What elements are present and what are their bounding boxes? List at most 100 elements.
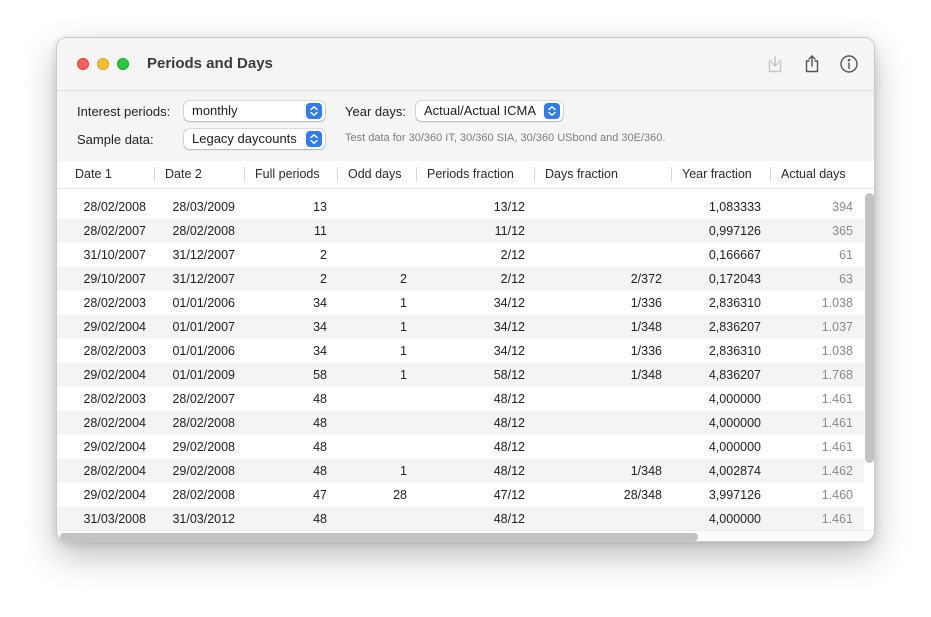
cell-date2: 28/02/2007	[172, 392, 235, 406]
cell-year-fraction: 2,836310	[708, 296, 761, 310]
cell-full-periods: 34	[313, 296, 327, 310]
cell-periods-fraction: 34/12	[493, 296, 525, 310]
table-row[interactable]: 29/10/2007 31/12/2007 2 2 2/12 2/372 0,172043 6…	[57, 267, 864, 291]
table-row[interactable]: 28/02/2003 28/02/2007 48 48/12 4,000000 1.461	[57, 387, 864, 411]
column-divider[interactable]	[770, 167, 771, 182]
sample-data-popup[interactable]: Legacy daycounts	[184, 129, 325, 149]
column-header-year-fraction[interactable]: Year fraction	[682, 161, 752, 188]
year-days-value: Actual/Actual ICMA	[424, 103, 536, 118]
cell-year-fraction: 4,000000	[708, 440, 761, 454]
cell-date2: 31/12/2007	[172, 248, 235, 262]
cell-date1: 29/02/2004	[83, 368, 146, 382]
column-header-actual-days[interactable]: Actual days	[781, 161, 846, 188]
cell-date1: 28/02/2004	[83, 416, 146, 430]
column-header-odd-days[interactable]: Odd days	[348, 161, 402, 188]
cell-year-fraction: 0,166667	[708, 248, 761, 262]
cell-odd-days	[327, 219, 407, 243]
table-row[interactable]: 28/02/2003 01/01/2006 34 1 34/12 1/336 2,83631…	[57, 291, 864, 315]
cell-full-periods: 58	[313, 368, 327, 382]
cell-odd-days	[327, 435, 407, 459]
cell-full-periods: 48	[313, 440, 327, 454]
table-row[interactable]: 29/02/2004 28/02/2008 47 28 47/12 28/348 3,997…	[57, 483, 864, 507]
cell-actual-days: 1.768	[821, 368, 853, 382]
cell-periods-fraction: 58/12	[493, 368, 525, 382]
cell-actual-days: 1.461	[821, 392, 853, 406]
cell-date2: 29/02/2008	[172, 440, 235, 454]
column-divider[interactable]	[534, 167, 535, 182]
cell-periods-fraction: 34/12	[493, 320, 525, 334]
interest-periods-popup[interactable]: monthly	[184, 101, 325, 121]
cell-odd-days	[327, 507, 407, 531]
app-window: Periods and Days Interest periods: month…	[56, 37, 875, 542]
cell-periods-fraction: 34/12	[493, 344, 525, 358]
table-row[interactable]: 29/02/2004 01/01/2007 34 1 34/12 1/348 2,83620…	[57, 315, 864, 339]
cell-full-periods: 34	[313, 344, 327, 358]
cell-days-fraction: 1/336	[630, 344, 662, 358]
cell-days-fraction	[525, 411, 662, 435]
title-bar: Periods and Days	[57, 38, 874, 91]
close-button[interactable]	[77, 58, 89, 70]
cell-date2: 28/02/2008	[172, 416, 235, 430]
chevron-updown-icon	[306, 103, 322, 119]
cell-date1: 29/02/2004	[83, 320, 146, 334]
column-divider[interactable]	[337, 167, 338, 182]
horizontal-scrollbar[interactable]	[60, 533, 698, 541]
cell-year-fraction: 2,836207	[708, 320, 761, 334]
year-days-popup[interactable]: Actual/Actual ICMA	[416, 101, 563, 121]
vertical-scrollbar[interactable]	[865, 193, 874, 463]
table-row[interactable]: 28/02/2007 28/02/2008 11 11/12 0,997126 365	[57, 219, 864, 243]
cell-date1: 31/10/2007	[83, 248, 146, 262]
cell-odd-days: 2	[400, 272, 407, 286]
table-row[interactable]: 31/03/2008 31/03/2012 48 48/12 4,000000 1.461	[57, 507, 864, 531]
column-divider[interactable]	[671, 167, 672, 182]
cell-year-fraction: 4,000000	[708, 392, 761, 406]
minimize-button[interactable]	[97, 58, 109, 70]
cell-odd-days	[327, 243, 407, 267]
table-row[interactable]: 28/02/2008 28/03/2009 13 13/12 1,083333 394	[57, 195, 864, 219]
cell-actual-days: 1.038	[821, 344, 853, 358]
info-icon[interactable]	[838, 53, 860, 75]
cell-date1: 28/02/2004	[83, 464, 146, 478]
cell-year-fraction: 4,836207	[708, 368, 761, 382]
column-divider[interactable]	[416, 167, 417, 182]
window-title: Periods and Days	[147, 55, 273, 72]
cell-actual-days: 1.037	[821, 320, 853, 334]
column-header-days-fraction[interactable]: Days fraction	[545, 161, 618, 188]
table-row[interactable]: 28/02/2004 29/02/2008 48 1 48/12 1/348 4,00287…	[57, 459, 864, 483]
table-row[interactable]: 29/02/2004 29/02/2008 48 48/12 4,000000 1.461	[57, 435, 864, 459]
cell-date2: 28/02/2008	[172, 224, 235, 238]
table-row[interactable]: 31/10/2007 31/12/2007 2 2/12 0,166667 61	[57, 243, 864, 267]
cell-full-periods: 48	[313, 512, 327, 526]
cell-actual-days: 1.460	[821, 488, 853, 502]
cell-date2: 01/01/2006	[172, 296, 235, 310]
share-icon[interactable]	[801, 53, 823, 75]
cell-date1: 28/02/2007	[83, 224, 146, 238]
cell-periods-fraction: 2/12	[500, 248, 525, 262]
column-header-periods-fraction[interactable]: Periods fraction	[427, 161, 514, 188]
cell-actual-days: 1.462	[821, 464, 853, 478]
table-row[interactable]: 29/02/2004 01/01/2009 58 1 58/12 1/348 4,83620…	[57, 363, 864, 387]
cell-days-fraction: 28/348	[623, 488, 662, 502]
cell-periods-fraction: 13/12	[493, 200, 525, 214]
download-icon[interactable]	[764, 53, 786, 75]
cell-actual-days: 394	[832, 200, 853, 214]
cell-days-fraction: 1/348	[630, 464, 662, 478]
cell-days-fraction: 1/336	[630, 296, 662, 310]
cell-full-periods: 34	[313, 320, 327, 334]
column-header-date1[interactable]: Date 1	[75, 161, 112, 188]
chevron-updown-icon	[544, 103, 560, 119]
column-header-date2[interactable]: Date 2	[165, 161, 202, 188]
column-header-full-periods[interactable]: Full periods	[255, 161, 320, 188]
cell-date1: 28/02/2003	[83, 392, 146, 406]
column-divider[interactable]	[244, 167, 245, 182]
cell-actual-days: 1.461	[821, 440, 853, 454]
cell-full-periods: 48	[313, 416, 327, 430]
table-row[interactable]: 28/02/2003 01/01/2006 34 1 34/12 1/336 2,83631…	[57, 339, 864, 363]
cell-date2: 01/01/2007	[172, 320, 235, 334]
cell-date2: 29/02/2008	[172, 464, 235, 478]
cell-actual-days: 1.461	[821, 416, 853, 430]
zoom-button[interactable]	[117, 58, 129, 70]
table-row[interactable]: 28/02/2004 28/02/2008 48 48/12 4,000000 1.461	[57, 411, 864, 435]
column-divider[interactable]	[154, 167, 155, 182]
cell-odd-days: 1	[400, 320, 407, 334]
